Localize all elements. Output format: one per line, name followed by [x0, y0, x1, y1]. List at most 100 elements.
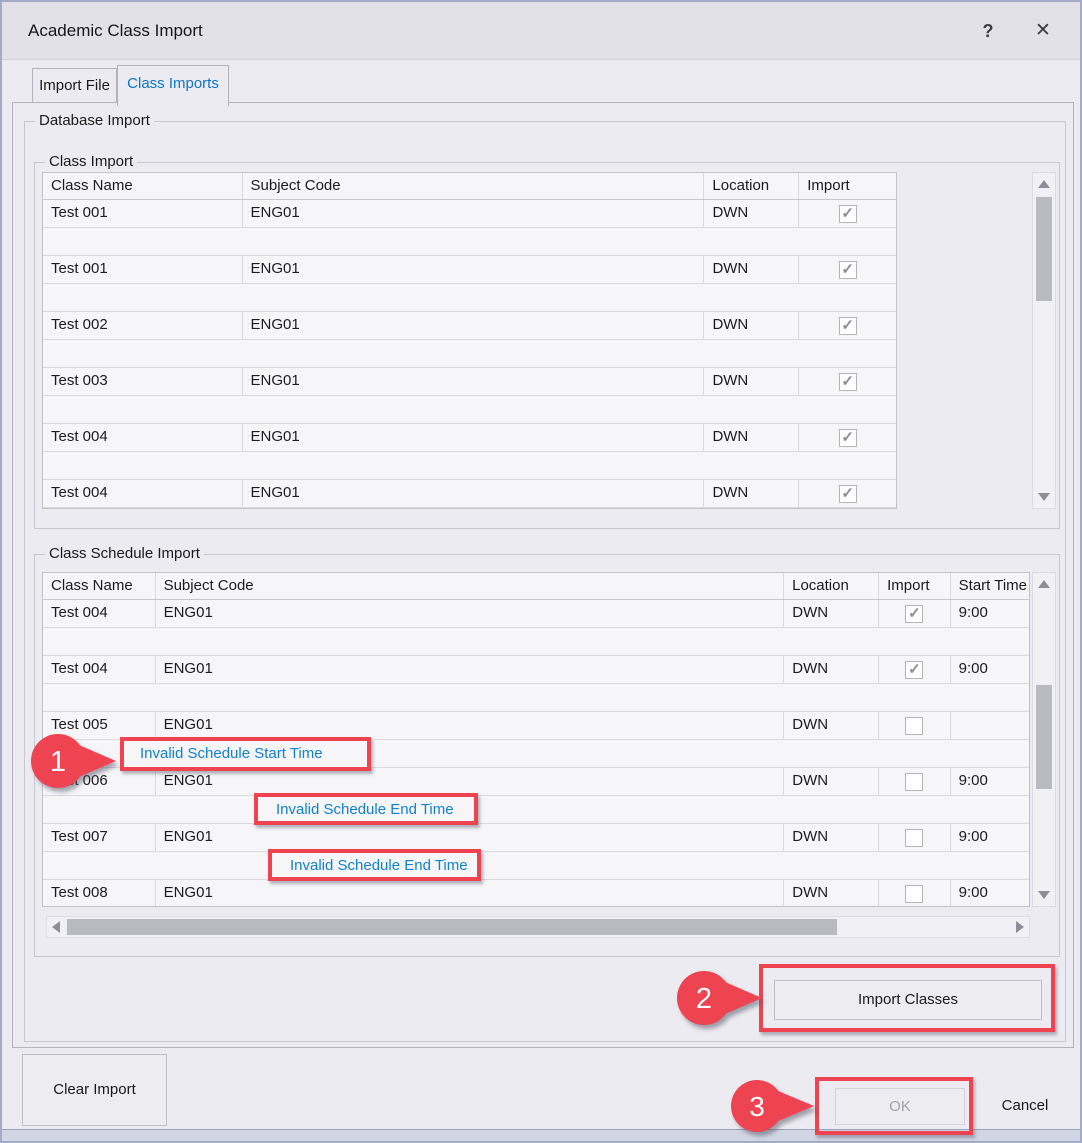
import-checkbox[interactable] — [905, 829, 923, 847]
dialog-window: Academic Class Import ? ✕ Import File Cl… — [0, 0, 1082, 1143]
scroll-down-icon[interactable] — [1038, 493, 1050, 501]
import-checkbox[interactable] — [905, 717, 923, 735]
location-cell: DWN — [704, 200, 799, 227]
import-checkbox[interactable]: ✓ — [839, 261, 857, 279]
window-title: Academic Class Import — [28, 2, 203, 60]
groupbox-database-import-label: Database Import — [35, 112, 154, 129]
table-row[interactable]: Test 003ENG01DWN✓ — [43, 368, 896, 396]
table-spacer-row: Invalid Schedule Start Time — [43, 740, 1029, 768]
groupbox-class-import-label: Class Import — [45, 153, 137, 170]
table-row[interactable]: Test 007ENG01DWN9:00 — [43, 824, 1029, 852]
table-row[interactable]: Test 001ENG01DWN✓ — [43, 256, 896, 284]
column-header[interactable]: Subject Code — [156, 573, 785, 599]
tab-import-file[interactable]: Import File — [32, 68, 117, 103]
table-row[interactable]: Test 002ENG01DWN✓ — [43, 312, 896, 340]
class-name-cell: Test 008 — [43, 880, 156, 907]
schedule-vertical-scrollbar[interactable] — [1032, 572, 1056, 907]
scroll-right-icon[interactable] — [1016, 921, 1024, 933]
import-checkbox[interactable]: ✓ — [839, 429, 857, 447]
import-checkbox[interactable]: ✓ — [905, 661, 923, 679]
location-cell: DWN — [784, 768, 879, 795]
scrollbar-thumb[interactable] — [1036, 197, 1052, 301]
scroll-up-icon[interactable] — [1038, 580, 1050, 588]
column-header[interactable]: Class Name — [43, 173, 243, 199]
table-row[interactable]: Test 004ENG01DWN✓ — [43, 480, 896, 508]
import-cell — [879, 712, 950, 739]
table-spacer-row — [43, 684, 1029, 712]
column-header[interactable]: Subject Code — [243, 173, 705, 199]
column-header[interactable]: Start Time — [951, 573, 1029, 599]
class-name-cell: Test 004 — [43, 480, 243, 507]
import-classes-button[interactable]: Import Classes — [774, 980, 1042, 1020]
error-link[interactable]: Invalid Schedule End Time — [276, 796, 454, 824]
start-time-cell: 9:00 — [951, 656, 1029, 683]
location-cell: DWN — [784, 712, 879, 739]
groupbox-class-schedule-import-label: Class Schedule Import — [45, 545, 204, 562]
import-cell: ✓ — [879, 656, 950, 683]
scroll-up-icon[interactable] — [1038, 180, 1050, 188]
table-row[interactable]: Test 004ENG01DWN ✓ — [43, 424, 896, 452]
schedule-horizontal-scrollbar[interactable] — [46, 916, 1030, 938]
column-header[interactable]: Class Name — [43, 573, 156, 599]
class-name-cell: Test 007 — [43, 824, 156, 851]
subject-code-cell: ENG01 — [156, 712, 785, 739]
table-spacer-row — [43, 396, 896, 424]
import-checkbox[interactable] — [905, 885, 923, 903]
table-row[interactable]: Test 004ENG01DWN✓9:00 — [43, 656, 1029, 684]
tab-class-imports[interactable]: Class Imports — [117, 65, 229, 106]
table-spacer-row — [43, 452, 896, 480]
start-time-cell: 9:00 — [951, 768, 1029, 795]
scrollbar-thumb[interactable] — [67, 919, 837, 935]
subject-code-cell: ENG01 — [243, 200, 705, 227]
import-checkbox[interactable]: ✓ — [839, 373, 857, 391]
ok-button[interactable]: OK — [835, 1088, 965, 1125]
column-header[interactable]: Import — [799, 173, 896, 199]
subject-code-cell: ENG01 — [243, 368, 705, 395]
class-name-cell: Test 006 — [43, 768, 156, 795]
import-cell: ✓ — [799, 256, 896, 283]
location-cell: DWN — [704, 424, 799, 451]
import-checkbox[interactable]: ✓ — [839, 317, 857, 335]
column-header[interactable]: Location — [704, 173, 799, 199]
import-checkbox[interactable]: ✓ — [839, 205, 857, 223]
import-cell: ✓ — [879, 600, 950, 627]
location-cell: DWN — [784, 824, 879, 851]
import-checkbox[interactable]: ✓ — [839, 485, 857, 503]
close-icon[interactable]: ✕ — [1028, 16, 1058, 46]
table-spacer-row — [43, 340, 896, 368]
import-cell: ✓ — [799, 368, 896, 395]
column-header[interactable]: Location — [784, 573, 879, 599]
subject-code-cell: ENG01 — [156, 880, 785, 907]
subject-code-cell: ENG01 — [243, 424, 705, 451]
cancel-button[interactable]: Cancel — [980, 1088, 1070, 1125]
table-header-row: Class NameSubject CodeLocationImport — [43, 173, 896, 200]
table-row[interactable]: Test 001ENG01DWN ✓ — [43, 200, 896, 228]
table-row[interactable]: Test 004ENG01DWN✓9:00 — [43, 600, 1029, 628]
import-cell — [879, 824, 950, 851]
table-row[interactable]: Test 008ENG01DWN9:00 — [43, 880, 1029, 907]
import-checkbox[interactable] — [905, 773, 923, 791]
help-icon[interactable]: ? — [973, 16, 1003, 46]
scroll-left-icon[interactable] — [52, 921, 60, 933]
table-row[interactable]: Test 006ENG01DWN9:00 — [43, 768, 1029, 796]
error-link[interactable]: Invalid Schedule End Time — [290, 852, 468, 880]
location-cell: DWN — [704, 480, 799, 507]
class-import-vertical-scrollbar[interactable] — [1032, 172, 1056, 509]
clear-import-button[interactable]: Clear Import — [22, 1054, 167, 1126]
error-link[interactable]: Invalid Schedule Start Time — [140, 740, 323, 768]
table-spacer-row — [43, 228, 896, 256]
scroll-down-icon[interactable] — [1038, 891, 1050, 899]
subject-code-cell: ENG01 — [243, 256, 705, 283]
callout-3-icon: 3 — [730, 1079, 816, 1133]
class-name-cell: Test 001 — [43, 200, 243, 227]
table-spacer-row: Invalid Schedule End Time — [43, 796, 1029, 824]
scrollbar-thumb[interactable] — [1036, 685, 1052, 789]
class-name-cell: Test 004 — [43, 424, 243, 451]
import-checkbox[interactable]: ✓ — [905, 605, 923, 623]
table-row[interactable]: Test 005ENG01DWN — [43, 712, 1029, 740]
column-header[interactable]: Import — [879, 573, 951, 599]
location-cell: DWN — [784, 656, 879, 683]
class-import-table: Class NameSubject CodeLocationImportTest… — [42, 172, 897, 509]
class-name-cell: Test 005 — [43, 712, 156, 739]
import-cell: ✓ — [799, 312, 896, 339]
